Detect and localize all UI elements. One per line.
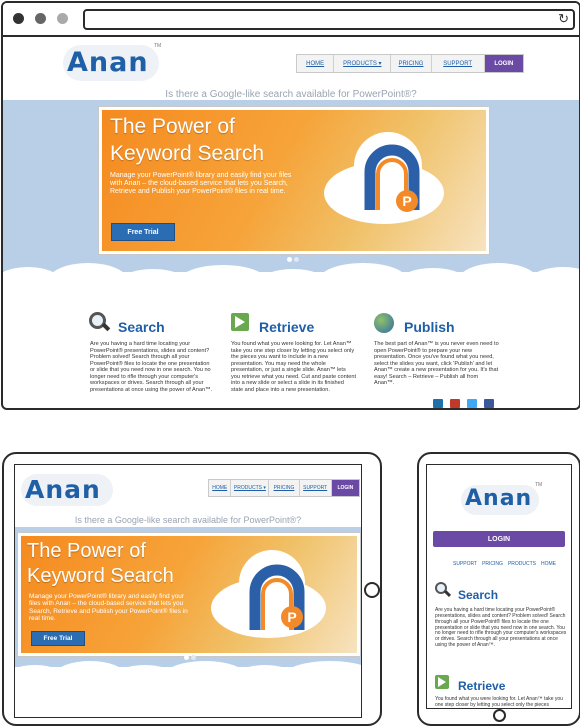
carousel-dot[interactable] (294, 257, 299, 262)
phone-retrieve-icon (435, 675, 449, 689)
hero-description: Manage your PowerPoint® library and easi… (110, 172, 292, 196)
nav-login-button[interactable]: LOGIN (484, 55, 523, 72)
tablet-nav-products[interactable]: PRODUCTS ▾ (231, 480, 270, 496)
desktop-browser-frame: ↻ Anan TM HOME PRODUCTS ▾ PRICING SUPPOR… (1, 1, 580, 410)
nav-pricing[interactable]: PRICING (391, 55, 432, 72)
feature-retrieve-title: Retrieve (259, 319, 315, 335)
phone-home-button[interactable] (493, 709, 506, 722)
phone-frame: Anan TM LOGIN SUPPORT PRICING PRODUCTS H… (417, 452, 580, 726)
phone-nav-support[interactable]: SUPPORT (453, 561, 477, 567)
reload-icon[interactable]: ↻ (558, 12, 569, 26)
tablet-tagline: Is there a Google-like search available … (74, 515, 302, 525)
window-close-dot[interactable] (13, 13, 24, 24)
tablet-frame: Anan HOME PRODUCTS ▾ PRICING SUPPORT LOG… (2, 452, 382, 726)
globe-icon (374, 313, 394, 333)
tagline: Is there a Google-like search available … (165, 89, 417, 100)
tablet-nav-login-button[interactable]: LOGIN (331, 480, 359, 496)
facebook-icon[interactable] (484, 399, 494, 408)
logo[interactable]: Anan (67, 47, 149, 78)
magnifier-icon (89, 312, 111, 332)
nav-support[interactable]: SUPPORT (432, 55, 485, 72)
tablet-free-trial-button[interactable]: Free Trial (31, 631, 85, 646)
phone-magnifier-icon (435, 582, 452, 598)
tablet-nav-home[interactable]: HOME (209, 480, 232, 496)
feature-retrieve-text: You found what you were looking for. Let… (231, 341, 357, 393)
phone-nav-pricing[interactable]: PRICING (482, 561, 503, 567)
tablet-nav: HOME PRODUCTS ▾ PRICING SUPPORT LOGIN (208, 479, 360, 497)
phone-logo[interactable]: Anan (465, 486, 532, 511)
trademark-mark: TM (154, 43, 162, 49)
browser-toolbar: ↻ (3, 3, 579, 37)
retrieve-icon (231, 313, 249, 331)
phone-search-text: Are you having a hard time locating your… (435, 607, 567, 649)
tablet-logo[interactable]: Anan (25, 475, 101, 504)
anan-p-logo-icon (364, 144, 420, 210)
feature-publish-title: Publish (404, 319, 455, 335)
feature-publish-text: The best part of Anan™ is you never even… (374, 341, 499, 387)
nav-products[interactable]: PRODUCTS ▾ (334, 55, 392, 72)
phone-search-title: Search (458, 588, 499, 602)
window-minimize-dot[interactable] (35, 13, 46, 24)
window-maximize-dot[interactable] (57, 13, 68, 24)
phone-retrieve-title: Retrieve (458, 679, 506, 693)
phone-retrieve-text: You found what you were looking for. Let… (435, 696, 563, 708)
phone-screen: Anan TM LOGIN SUPPORT PRICING PRODUCTS H… (426, 464, 572, 709)
address-bar[interactable]: ↻ (83, 9, 575, 30)
free-trial-button[interactable]: Free Trial (111, 223, 175, 241)
tablet-hero-title-line2: Keyword Search (27, 565, 174, 587)
carousel-dot-active[interactable] (287, 257, 292, 262)
cloud-edge (3, 263, 579, 303)
tablet-carousel-dot-active[interactable] (184, 655, 189, 660)
tablet-screen: Anan HOME PRODUCTS ▾ PRICING SUPPORT LOG… (14, 464, 362, 718)
twitter-icon[interactable] (467, 399, 477, 408)
tablet-cloud-edge (15, 661, 361, 691)
phone-nav-home[interactable]: HOME (541, 561, 556, 567)
tablet-hero-banner: The Power of Keyword Search Manage your … (18, 533, 360, 656)
feature-search-text: Are you having a hard time locating your… (90, 341, 213, 393)
hero-logo-p: P (396, 190, 418, 212)
nav-home[interactable]: HOME (297, 55, 335, 72)
phone-trademark-mark: TM (535, 482, 543, 488)
tablet-home-button[interactable] (364, 582, 380, 598)
linkedin-icon[interactable] (433, 399, 443, 408)
phone-login-button[interactable]: LOGIN (433, 531, 565, 547)
feature-search-title: Search (118, 319, 165, 335)
tablet-hero-description: Manage your PowerPoint® library and easi… (29, 593, 188, 623)
hero-title-line1: The Power of (110, 115, 235, 138)
youtube-icon[interactable] (450, 399, 460, 408)
tablet-hero-title-line1: The Power of (27, 540, 146, 562)
phone-nav-links: SUPPORT PRICING PRODUCTS HOME (453, 561, 556, 567)
tablet-hero-logo-p: P (281, 606, 303, 628)
main-nav: HOME PRODUCTS ▾ PRICING SUPPORT LOGIN (296, 54, 524, 73)
phone-nav-products[interactable]: PRODUCTS (508, 561, 536, 567)
hero-title-line2: Keyword Search (110, 142, 265, 165)
hero-banner: The Power of Keyword Search Manage your … (99, 107, 489, 254)
tablet-nav-support[interactable]: SUPPORT (300, 480, 332, 496)
tablet-carousel-dot[interactable] (191, 655, 196, 660)
tablet-nav-pricing[interactable]: PRICING (269, 480, 300, 496)
tablet-anan-p-logo-icon (249, 564, 305, 630)
